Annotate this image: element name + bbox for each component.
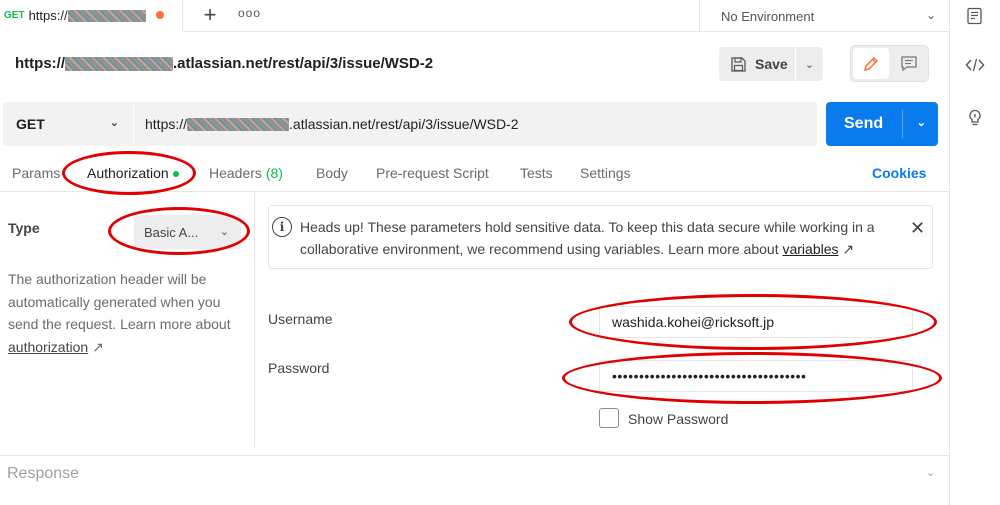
auth-description: The authorization header will be automat… [8,271,231,355]
redacted-host [65,57,173,72]
chevron-down-icon[interactable]: ⌄ [917,116,926,129]
request-tab[interactable]: GET https:// [0,0,183,32]
external-link-icon: ↗ [842,241,855,257]
request-title[interactable]: https://.atlassian.net/rest/api/3/issue/… [15,55,433,72]
variables-link[interactable]: variables [782,241,838,257]
save-options-button[interactable]: ⌄ [796,47,823,81]
cookies-link[interactable]: Cookies [872,165,926,181]
close-icon[interactable]: ✕ [910,218,925,239]
chevron-down-icon[interactable]: ⌄ [926,466,935,479]
chevron-down-icon: ⌄ [804,58,815,71]
info-icon: i [272,217,292,237]
active-indicator-dot [172,171,179,178]
show-password-label[interactable]: Show Password [628,411,728,427]
external-link-icon: ↗ [92,338,104,355]
tab-url: https:// [29,8,146,23]
redacted-host [187,117,290,131]
pencil-icon [863,56,879,71]
documentation-icon[interactable] [962,5,988,27]
unsaved-dot [155,11,164,19]
code-icon[interactable] [962,54,988,76]
password-value: •••••••••••••••••••••••••••••••••••• [612,368,807,384]
authorization-link[interactable]: authorization [8,339,88,355]
auth-type-label: Type [8,220,40,236]
username-value: washida.kohei@ricksoft.jp [612,314,775,330]
auth-type-value: Basic A... [144,224,199,240]
redacted-host [67,10,146,23]
banner-text: Heads up! These parameters hold sensitiv… [300,219,875,257]
send-button[interactable]: Send ⌄ [826,102,938,146]
method-label: GET [16,116,45,132]
username-field[interactable]: washida.kohei@ricksoft.jp [599,306,913,338]
username-label: Username [268,311,333,327]
response-label[interactable]: Response [7,465,79,483]
save-button[interactable]: Save [719,47,795,81]
chevron-down-icon: ⌄ [925,8,936,22]
divider [0,455,949,456]
divider [902,110,903,138]
show-password-checkbox[interactable] [599,408,619,428]
new-tab-button[interactable]: + [198,2,222,28]
right-sidebar [949,0,1000,505]
tab-headers[interactable]: Headers (8) [209,165,283,181]
environment-label: No Environment [721,8,815,24]
tab-settings[interactable]: Settings [580,165,631,181]
tab-pre-request-script[interactable]: Pre-request Script [376,165,489,181]
save-label: Save [755,56,788,72]
tab-params[interactable]: Params [12,165,60,181]
method-select[interactable]: GET ⌄ [3,102,133,146]
tab-authorization[interactable]: Authorization [87,165,179,181]
auth-type-select[interactable]: Basic A... ⌄ [134,215,241,249]
environment-selector[interactable]: No Environment ⌄ [699,0,950,32]
chevron-down-icon: ⌄ [219,226,229,238]
chevron-down-icon: ⌄ [109,117,119,129]
more-tabs-icon[interactable]: ooo [238,6,261,20]
tab-tests[interactable]: Tests [520,165,553,181]
comment-mode-button[interactable] [891,48,926,79]
url-input[interactable]: https://.atlassian.net/rest/api/3/issue/… [134,102,817,146]
password-label: Password [268,360,330,376]
send-label: Send [844,115,884,132]
comment-icon [900,56,917,72]
lightbulb-icon[interactable] [962,107,988,129]
edit-mode-button[interactable] [853,48,889,79]
save-icon [731,56,746,72]
tab-body[interactable]: Body [316,165,348,181]
password-field[interactable]: •••••••••••••••••••••••••••••••••••• [599,360,913,392]
tab-method: GET [4,9,25,21]
divider [0,191,949,192]
divider [254,192,255,447]
